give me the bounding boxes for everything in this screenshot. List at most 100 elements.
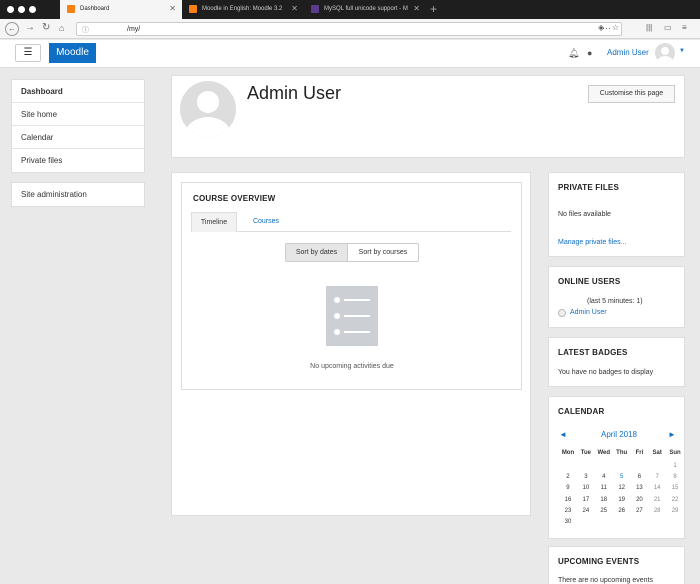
library-icon[interactable]: |||: [646, 23, 652, 32]
browser-tab-dashboard[interactable]: Dashboard ✕: [60, 0, 182, 19]
minimize-window-button[interactable]: [18, 6, 25, 13]
back-icon[interactable]: ←: [5, 22, 19, 36]
sidebar-icon[interactable]: ▭: [664, 23, 672, 32]
weekday-header: Tue: [580, 450, 591, 456]
site-brand[interactable]: Moodle: [49, 43, 96, 63]
page-header: Admin User Customise this page: [171, 75, 685, 158]
next-month-icon[interactable]: ►: [668, 430, 676, 439]
no-files-text: No files available: [558, 211, 611, 218]
calendar-day: 30: [564, 519, 572, 526]
calendar-day: [559, 460, 577, 471]
user-menu-name[interactable]: Admin User: [607, 48, 649, 57]
block-title: UPCOMING EVENTS: [558, 557, 640, 566]
block-private-files: PRIVATE FILES No files available Manage …: [548, 172, 685, 257]
close-tab-icon[interactable]: ✕: [291, 4, 298, 13]
sort-by-dates-button[interactable]: Sort by dates: [286, 244, 348, 261]
calendar-day-event[interactable]: 5: [613, 471, 631, 482]
calendar-table: Mon Tue Wed Thu Fri Sat Sun 1 2 3 4 5 6 …: [559, 446, 684, 528]
course-overview-block: COURSE OVERVIEW Timeline Courses Sort by…: [181, 182, 522, 390]
messages-icon[interactable]: ●: [587, 48, 592, 58]
calendar-day: [595, 516, 613, 527]
menu-icon[interactable]: ≡: [682, 23, 687, 32]
nav-item-dashboard[interactable]: Dashboard: [12, 80, 144, 103]
close-window-button[interactable]: [7, 6, 14, 13]
moodle-favicon-icon: [67, 5, 75, 13]
nav-drawer-main: Dashboard Site home Calendar Private fil…: [11, 79, 145, 173]
calendar-day: [631, 460, 649, 471]
reload-icon[interactable]: ↻: [42, 22, 50, 33]
empty-activities-icon: [326, 286, 378, 346]
calendar-day: [577, 460, 595, 471]
notifications-bell-icon[interactable]: 🔔︎: [568, 48, 579, 59]
hamburger-icon: ☰: [23, 47, 33, 58]
new-tab-icon[interactable]: +: [430, 2, 437, 16]
calendar-day: 15: [671, 485, 679, 492]
block-calendar: CALENDAR ◄ April 2018 ► Mon Tue Wed Thu …: [548, 396, 685, 539]
calendar-day: [648, 516, 666, 527]
weekday-header: Sat: [652, 450, 662, 456]
calendar-day: 17: [582, 496, 590, 503]
home-icon[interactable]: ⌂: [59, 23, 64, 33]
calendar-day: 2: [566, 473, 570, 480]
calendar-day: 23: [564, 507, 572, 514]
info-icon[interactable]: ⓘ: [82, 25, 89, 35]
chevron-down-icon[interactable]: ▼: [679, 48, 685, 54]
close-tab-icon[interactable]: ✕: [169, 4, 176, 13]
nav-item-site-home[interactable]: Site home: [12, 103, 144, 126]
calendar-day: 25: [600, 507, 608, 514]
nav-drawer-toggle[interactable]: ☰: [15, 44, 41, 62]
manage-private-files-link[interactable]: Manage private files...: [558, 239, 626, 246]
tab-timeline[interactable]: Timeline: [191, 212, 237, 232]
block-title: LATEST BADGES: [558, 348, 628, 357]
block-upcoming-events: UPCOMING EVENTS There are no upcoming ev…: [548, 546, 685, 584]
nav-drawer-admin: Site administration: [11, 182, 145, 207]
nav-item-site-administration[interactable]: Site administration: [12, 183, 144, 206]
calendar-day: 28: [653, 507, 661, 514]
block-title: ONLINE USERS: [558, 277, 621, 286]
sort-by-courses-button[interactable]: Sort by courses: [348, 244, 418, 261]
online-users-subtitle: (last 5 minutes: 1): [587, 298, 643, 305]
calendar-day: 1: [673, 462, 677, 469]
close-tab-icon[interactable]: ✕: [413, 4, 420, 13]
bookmark-star-icon[interactable]: ☆: [612, 23, 619, 32]
calendar-day: 19: [618, 496, 626, 503]
pocket-icon[interactable]: ◈: [598, 23, 604, 32]
customise-page-button[interactable]: Customise this page: [588, 85, 675, 103]
calendar-day: 4: [602, 473, 606, 480]
calendar-day: 21: [653, 496, 661, 503]
forward-icon[interactable]: →: [25, 22, 35, 33]
tab-courses[interactable]: Courses: [246, 212, 286, 232]
calendar-day: [595, 460, 613, 471]
browser-tab-mysql-unicode[interactable]: MySQL full unicode support - M ✕: [304, 0, 426, 19]
nav-item-calendar[interactable]: Calendar: [12, 126, 144, 149]
zoom-window-button[interactable]: [29, 6, 36, 13]
weekday-header: Thu: [616, 450, 628, 456]
profile-picture[interactable]: [180, 81, 236, 137]
calendar-day: 27: [636, 507, 643, 514]
mysql-favicon-icon: [311, 5, 319, 13]
calendar-day: 26: [618, 507, 626, 514]
no-events-text: There are no upcoming events: [558, 577, 653, 584]
calendar-day: 13: [636, 485, 643, 492]
calendar-day: 11: [600, 485, 607, 492]
address-bar[interactable]: ⓘ /my/ ···: [76, 22, 622, 36]
calendar-day: 24: [582, 507, 590, 514]
online-user-link[interactable]: Admin User: [570, 309, 607, 316]
weekday-header: Sun: [669, 450, 681, 456]
calendar-day: 9: [566, 485, 570, 492]
weekday-header: Fri: [635, 450, 644, 456]
user-avatar[interactable]: [655, 43, 675, 63]
nav-item-private-files[interactable]: Private files: [12, 149, 144, 172]
block-latest-badges: LATEST BADGES You have no badges to disp…: [548, 337, 685, 387]
browser-tab-moodle-english[interactable]: Moodle in English: Moodle 3.2 ✕: [182, 0, 304, 19]
block-online-users: ONLINE USERS (last 5 minutes: 1) Admin U…: [548, 266, 685, 328]
calendar-day: 6: [637, 473, 642, 480]
calendar-day: [613, 460, 631, 471]
browser-toolbar: ← → ↻ ⌂ ⓘ /my/ ··· ◈ ☆ ||| ▭ ≡: [0, 19, 700, 39]
calendar-day: [631, 516, 649, 527]
course-overview-region: COURSE OVERVIEW Timeline Courses Sort by…: [171, 172, 531, 516]
weekday-header: Wed: [597, 450, 611, 456]
no-badges-text: You have no badges to display: [558, 369, 654, 376]
calendar-day: 22: [671, 496, 679, 503]
sort-button-group: Sort by dates Sort by courses: [285, 243, 419, 262]
